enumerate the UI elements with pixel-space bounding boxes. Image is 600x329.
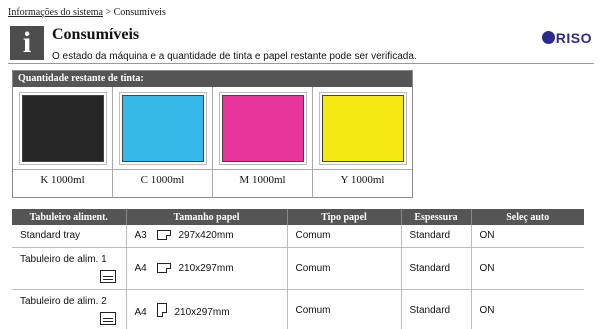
tray-name: Standard tray [12,225,127,248]
ink-panel-heading: Quantidade restante de tinta: [13,71,412,87]
landscape-orientation-icon [156,262,171,273]
ink-cell-cyan: C 1000ml [113,87,213,198]
paper-type-cell: Comum [287,247,402,290]
riso-logo-text: RISO [555,30,592,46]
auto-select-cell: ON [471,247,584,290]
page-title: Consumíveis [52,26,140,43]
paper-size-code: A3 [134,230,147,242]
ink-row: K 1000ml C 1000ml M 1000ml Y 1000ml [13,87,412,198]
ink-swatch-cyan [121,95,204,162]
ink-remaining-panel: Quantidade restante de tinta: K 1000ml C… [12,70,413,198]
ink-cell-magenta: M 1000ml [213,87,313,198]
column-header-thickness: Espessura [401,209,472,225]
riso-logo-mark-icon [541,31,555,44]
paper-size-value: 210x297mm [178,262,234,274]
table-row: Tabuleiro de alim. 2 A4 210x297mm Comum S… [12,289,584,329]
ink-cell-black: K 1000ml [13,87,113,198]
ink-cell-yellow: Y 1000ml [313,87,412,198]
column-header-tray: Tabuleiro aliment. [12,209,127,225]
landscape-orientation-icon [156,230,171,241]
ink-swatch-black [21,95,104,162]
auto-select-cell: ON [471,289,584,329]
portrait-orientation-icon [156,302,167,317]
ink-swatch-frame [118,92,207,165]
tray-name-cell: Tabuleiro de alim. 2 [12,289,127,329]
table-row: Tabuleiro de alim. 1 A4 210x297mm Comum S… [12,247,584,290]
tray-name-cell: Tabuleiro de alim. 1 [12,247,127,290]
paper-size-cell: A4 210x297mm [126,247,288,290]
breadcrumb-link-system-info[interactable]: Informações do sistema [8,7,103,18]
paper-tray-icon [99,311,116,325]
breadcrumb-separator: > [105,7,112,18]
paper-size-cell: A3 297x420mm [126,225,288,248]
tray-name: Tabuleiro de alim. 2 [20,295,107,307]
column-header-paper-size: Tamanho papel [126,209,288,225]
paper-size-cell: A4 210x297mm [126,289,288,329]
ink-label-magenta: M 1000ml [213,169,312,186]
auto-select-cell: ON [471,225,584,248]
column-header-auto-select: Seleç auto [471,209,584,225]
paper-tray-icon [99,269,116,283]
paper-type-cell: Comum [287,289,402,329]
ink-swatch-frame [218,92,307,165]
paper-type-cell: Comum [287,225,402,248]
tray-name: Tabuleiro de alim. 1 [20,253,107,265]
page-description: O estado da máquina e a quantidade de ti… [52,51,417,62]
breadcrumb: Informações do sistema > Consumíveis [8,7,166,18]
ink-swatch-frame [18,92,107,165]
thickness-cell: Standard [401,289,472,329]
page-header: i Consumíveis O estado da máquina e a qu… [8,24,594,64]
riso-logo: RISO [541,30,592,46]
paper-size-code: A4 [134,306,147,318]
paper-size-code: A4 [134,262,147,274]
info-icon: i [10,26,44,60]
ink-swatch-yellow [321,95,404,162]
paper-size-value: 297x420mm [178,230,234,242]
paper-tray-table: Tabuleiro aliment. Tamanho papel Tipo pa… [12,209,584,329]
table-header-row: Tabuleiro aliment. Tamanho papel Tipo pa… [12,209,584,225]
ink-label-yellow: Y 1000ml [313,169,412,186]
table-row: Standard tray A3 297x420mm Comum Standard… [12,225,584,248]
ink-swatch-frame [318,92,407,165]
paper-size-value: 210x297mm [174,306,230,318]
thickness-cell: Standard [401,247,472,290]
thickness-cell: Standard [401,225,472,248]
breadcrumb-current: Consumíveis [113,7,166,18]
ink-swatch-magenta [221,95,304,162]
ink-label-cyan: C 1000ml [113,169,212,186]
ink-label-black: K 1000ml [13,169,112,186]
column-header-paper-type: Tipo papel [287,209,402,225]
